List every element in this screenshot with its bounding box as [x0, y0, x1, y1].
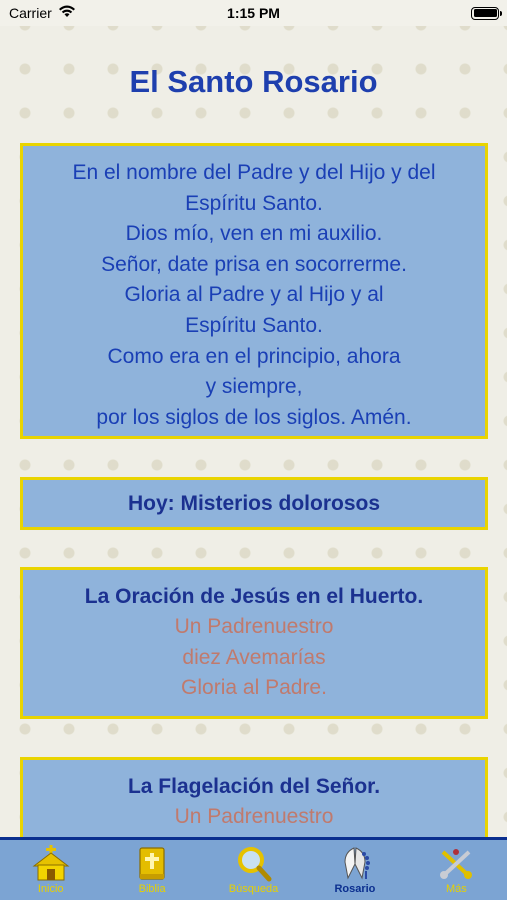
battery-icon [471, 6, 502, 20]
church-icon [30, 844, 72, 882]
tab-label: Más [445, 883, 467, 895]
mystery-card[interactable]: La Flagelación del Señor. Un Padrenuestr… [20, 757, 488, 847]
tab-biblia[interactable]: Biblia [101, 840, 202, 900]
status-bar: Carrier 1:15 PM [0, 0, 507, 26]
tab-busqueda[interactable]: Búsqueda [203, 840, 304, 900]
prayer-line: Gloria al Padre y al Hijo y al [124, 283, 384, 307]
mystery-title: La Flagelación del Señor. [127, 775, 381, 798]
mystery-line: diez Avemarías [182, 645, 326, 669]
carrier-label: Carrier [9, 5, 52, 21]
magnifier-icon [233, 844, 275, 882]
today-mysteries-banner: Hoy: Misterios dolorosos [20, 477, 488, 530]
tab-label: Rosario [334, 883, 376, 895]
prayer-line: En el nombre del Padre y del Hijo y del [72, 161, 436, 184]
tab-mas[interactable]: Más [406, 840, 507, 900]
tab-rosario[interactable]: Rosario [304, 840, 405, 900]
tab-label: Búsqueda [228, 883, 279, 895]
mystery-line: Un Padrenuestro [174, 615, 334, 638]
bible-icon [131, 844, 173, 882]
mystery-line: Un Padrenuestro [174, 805, 334, 828]
prayer-line: Espíritu Santo. [185, 313, 323, 337]
wifi-icon [58, 5, 76, 21]
mystery-title: La Oración de Jesús en el Huerto. [84, 585, 424, 608]
prayer-line: Espíritu Santo. [185, 191, 323, 215]
status-time: 1:15 PM [227, 5, 280, 21]
praying-hands-icon [334, 844, 376, 882]
keys-icon [435, 844, 477, 882]
prayer-line: Señor, date prisa en socorrerme. [101, 252, 407, 276]
prayer-line: y siempre, [205, 375, 303, 399]
tab-label: Inicio [37, 883, 64, 895]
mystery-card[interactable]: La Oración de Jesús en el Huerto. Un Pad… [20, 567, 488, 719]
tab-label: Biblia [138, 883, 166, 895]
opening-prayer-card: En el nombre del Padre y del Hijo y del … [20, 143, 488, 439]
prayer-line: por los siglos de los siglos. Amén. [96, 405, 412, 429]
page-title: El Santo Rosario [129, 64, 378, 99]
prayer-line: Como era en el principio, ahora [107, 344, 401, 368]
tab-bar: Inicio Biblia Búsqueda Rosario Más [0, 837, 507, 900]
mystery-line: Gloria al Padre. [181, 676, 327, 700]
tab-inicio[interactable]: Inicio [0, 840, 101, 900]
prayer-line: Dios mío, ven en mi auxilio. [125, 222, 383, 246]
